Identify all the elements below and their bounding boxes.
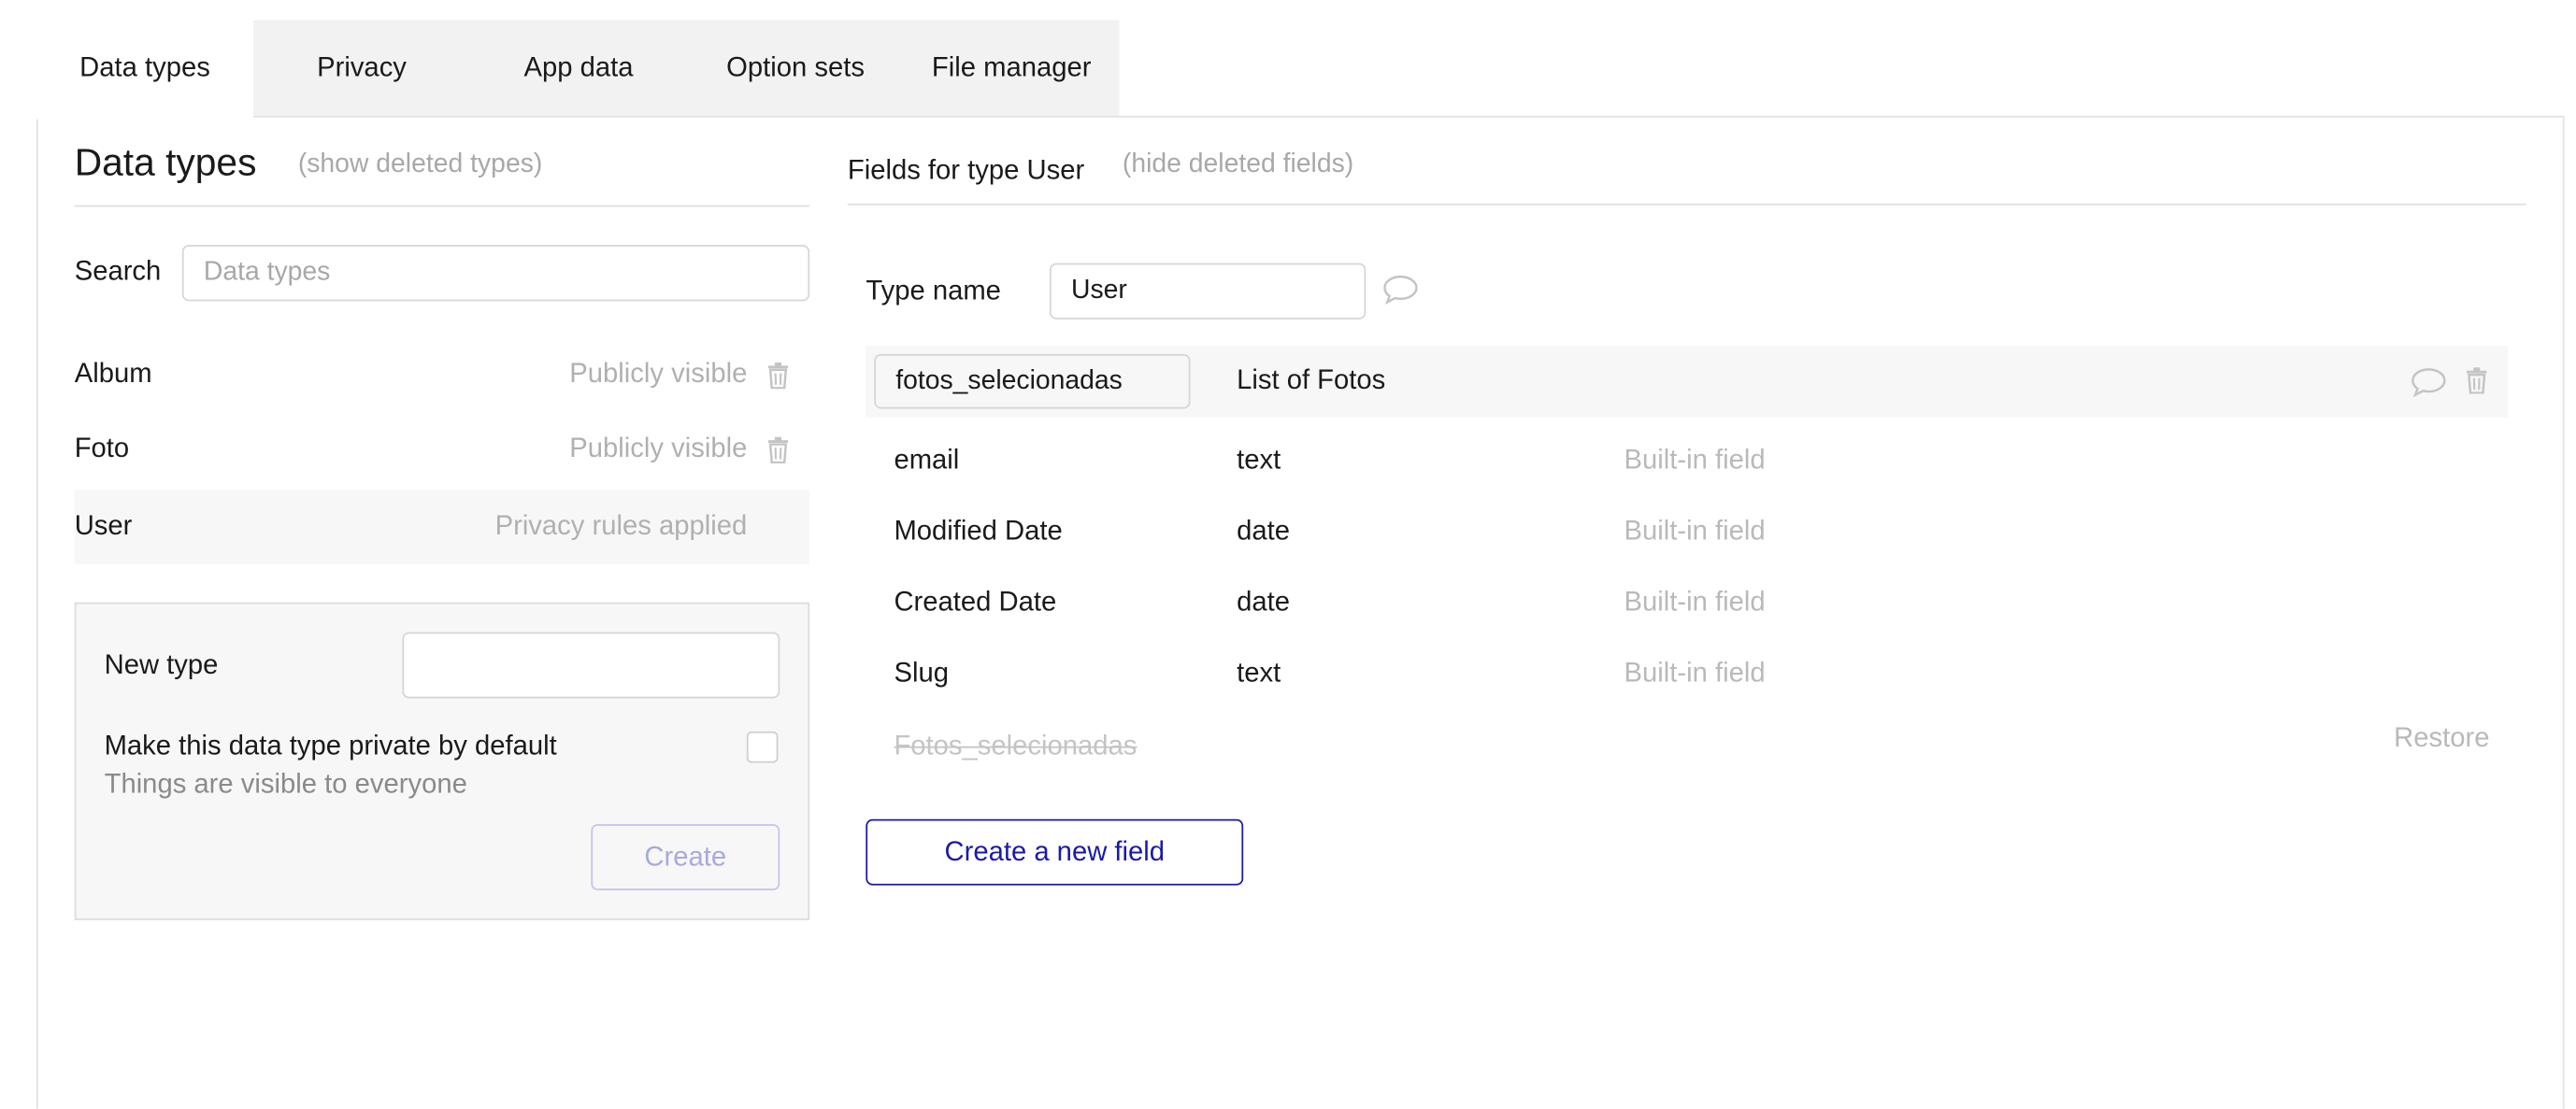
field-name-input[interactable] (874, 354, 1190, 408)
private-default-checkbox[interactable] (747, 732, 779, 763)
restore-link[interactable]: Restore (2394, 723, 2489, 755)
trash-icon[interactable] (766, 437, 790, 463)
divider (848, 204, 2526, 206)
trash-icon[interactable] (766, 363, 790, 389)
field-type: date (1237, 517, 1290, 548)
show-deleted-types-link[interactable]: (show deleted types) (298, 150, 543, 180)
type-item-album[interactable]: Album Publicly visible (75, 337, 809, 412)
type-item-foto[interactable]: Foto Publicly visible (75, 412, 809, 487)
field-row-fotos-selecionadas[interactable]: List of Fotos (866, 346, 2508, 417)
field-row-modified-date: Modified Date date Built-in field (866, 496, 2508, 567)
type-name: User (75, 511, 133, 543)
comment-icon[interactable] (2411, 367, 2447, 397)
field-name: Created Date (894, 588, 1056, 619)
private-default-hint: Things are visible to everyone (105, 770, 467, 802)
tab-bar: Data types Privacy App data Option sets … (36, 20, 1119, 116)
private-default-label: Make this data type private by default (105, 732, 557, 763)
builtin-note: Built-in field (1624, 517, 1766, 548)
builtin-note: Built-in field (1624, 588, 1766, 619)
new-type-input[interactable] (402, 633, 780, 699)
create-type-button[interactable]: Create (591, 824, 780, 890)
field-type[interactable]: List of Fotos (1237, 365, 1385, 397)
type-status: Publicly visible (569, 359, 747, 391)
comment-icon[interactable] (1382, 275, 1419, 305)
field-row-created-date: Created Date date Built-in field (866, 568, 2508, 639)
field-name: Slug (894, 659, 949, 690)
field-type: text (1237, 659, 1281, 690)
divider (75, 206, 809, 207)
data-types-title: Data types (75, 141, 257, 186)
type-name-label: Type name (866, 277, 1001, 308)
search-input[interactable] (182, 245, 809, 301)
deleted-field-name: Fotos_selecionadas (894, 732, 1137, 763)
field-name: email (894, 445, 959, 476)
trash-icon[interactable] (2465, 367, 2488, 393)
data-tab-page: Data types Privacy App data Option sets … (0, 0, 2576, 1066)
field-row-email: email text Built-in field (866, 425, 2508, 496)
type-name: Foto (75, 434, 130, 465)
create-new-field-button[interactable]: Create a new field (866, 819, 1243, 886)
type-name-input[interactable] (1050, 263, 1366, 320)
field-name: Modified Date (894, 517, 1062, 548)
type-item-user[interactable]: User Privacy rules applied (75, 490, 809, 564)
field-type: text (1237, 445, 1281, 476)
type-status: Publicly visible (569, 434, 747, 465)
tab-file-manager[interactable]: File manager (904, 20, 1119, 116)
tab-option-sets[interactable]: Option sets (687, 20, 904, 116)
tab-app-data[interactable]: App data (470, 20, 687, 116)
hide-deleted-fields-link[interactable]: (hide deleted fields) (1123, 150, 1353, 180)
new-type-label: New type (105, 650, 219, 682)
search-label: Search (75, 257, 162, 289)
tab-privacy[interactable]: Privacy (253, 20, 470, 116)
type-status: Privacy rules applied (495, 511, 748, 543)
field-type: date (1237, 588, 1290, 619)
active-tab-joiner (36, 114, 253, 119)
fields-title: Fields for type User (848, 155, 1084, 187)
tab-data-types[interactable]: Data types (36, 20, 253, 116)
deleted-field-row: Fotos_selecionadas Restore (866, 712, 2508, 783)
builtin-note: Built-in field (1624, 659, 1766, 690)
builtin-note: Built-in field (1624, 445, 1766, 476)
type-name: Album (75, 359, 152, 391)
field-row-slug: Slug text Built-in field (866, 639, 2508, 710)
